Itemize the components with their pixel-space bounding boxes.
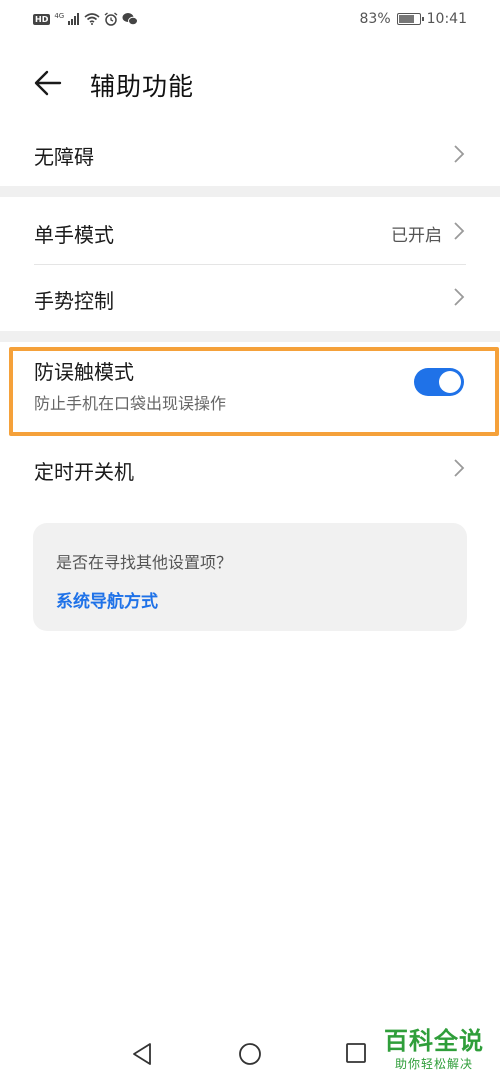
highlight-frame bbox=[9, 347, 499, 436]
suggestion-card: 是否在寻找其他设置项？ 系统导航方式 bbox=[33, 523, 467, 631]
setting-gesture-label: 手势控制 bbox=[34, 289, 114, 313]
system-navigation-link[interactable]: 系统导航方式 bbox=[56, 587, 158, 612]
status-bar: HD 4G 83% 10:41 bbox=[0, 0, 500, 44]
battery-percent: 83% bbox=[359, 11, 391, 27]
chevron-right-icon bbox=[454, 288, 465, 306]
section-gap bbox=[0, 186, 500, 197]
watermark-logo: 百科全说 助你轻松解决 bbox=[384, 1027, 484, 1072]
status-icons-left: HD 4G bbox=[33, 12, 139, 26]
status-time: 10:41 bbox=[426, 11, 467, 27]
wechat-icon bbox=[122, 13, 139, 26]
setting-scheduled-power[interactable]: 定时开关机 bbox=[0, 440, 500, 500]
chevron-right-icon bbox=[454, 459, 465, 477]
setting-accessibility-label: 无障碍 bbox=[34, 145, 94, 169]
suggestion-question: 是否在寻找其他设置项？ bbox=[56, 553, 233, 572]
alarm-icon bbox=[104, 12, 118, 26]
triangle-back-icon[interactable] bbox=[131, 1042, 153, 1066]
section-gap bbox=[0, 331, 500, 342]
network-type: 4G bbox=[54, 12, 65, 20]
setting-accessibility[interactable]: 无障碍 bbox=[0, 124, 500, 184]
chevron-right-icon bbox=[454, 145, 465, 163]
watermark-main-text: 百科全说 bbox=[384, 1027, 484, 1055]
wifi-icon bbox=[84, 13, 100, 25]
signal-icon bbox=[68, 13, 80, 25]
setting-gesture-control[interactable]: 手势控制 bbox=[0, 266, 500, 330]
square-recent-icon[interactable] bbox=[345, 1042, 367, 1064]
battery-level-fill bbox=[398, 15, 415, 23]
arrow-left-icon[interactable] bbox=[32, 67, 64, 99]
setting-one-hand-status: 已开启 bbox=[391, 226, 442, 246]
page-header: 辅助功能 bbox=[0, 55, 500, 111]
hd-badge: HD bbox=[33, 13, 51, 25]
page-title: 辅助功能 bbox=[90, 72, 195, 101]
setting-one-hand-mode[interactable]: 单手模式 已开启 bbox=[0, 200, 500, 264]
chevron-right-icon bbox=[454, 222, 465, 240]
circle-home-icon[interactable] bbox=[238, 1042, 262, 1066]
setting-one-hand-label: 单手模式 bbox=[34, 223, 114, 247]
status-icons-right: 83% 10:41 bbox=[360, 11, 467, 27]
setting-scheduled-power-label: 定时开关机 bbox=[34, 460, 134, 484]
battery-icon bbox=[396, 13, 424, 25]
watermark-sub-text: 助你轻松解决 bbox=[394, 1057, 473, 1071]
row-divider bbox=[34, 264, 466, 265]
